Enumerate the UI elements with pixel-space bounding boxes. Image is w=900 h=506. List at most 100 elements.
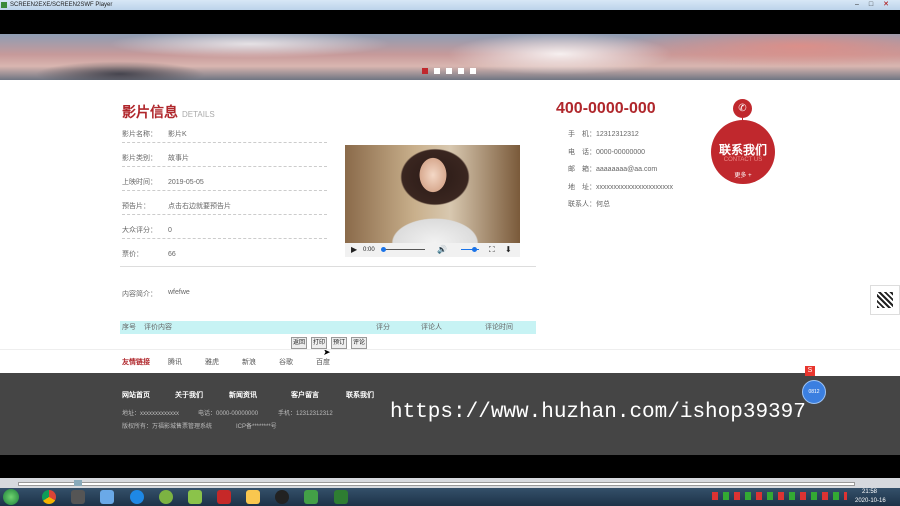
footer-nav-news[interactable]: 新闻资讯 [229, 390, 257, 400]
download-icon[interactable]: ⬇ [505, 243, 512, 257]
friend-link[interactable]: 雅虎 [205, 357, 219, 367]
status-circle-icon[interactable]: 0812 [802, 380, 826, 404]
volume-knob[interactable] [471, 247, 477, 252]
detail-row-name: 影片名称： 影片K [122, 128, 327, 143]
seekbar-thumb[interactable] [74, 480, 82, 486]
col-time: 评论时间 [485, 324, 513, 331]
minimize-icon[interactable]: – [852, 1, 862, 9]
app-icon-3[interactable] [100, 490, 114, 504]
friend-link[interactable]: 腾讯 [168, 357, 182, 367]
divider [120, 266, 536, 267]
contact-label: 邮 箱： [568, 166, 596, 173]
contact-row-phone: 电 话：0000-00000000 [568, 147, 645, 157]
banner-dot-4[interactable] [458, 68, 464, 74]
ime-toolbar[interactable] [805, 366, 900, 376]
footer-nav-home[interactable]: 网站首页 [122, 390, 150, 400]
contact-row-mobile: 手 机：12312312312 [568, 129, 639, 139]
app-icon [1, 2, 7, 8]
start-button[interactable] [3, 489, 19, 505]
detail-value: 2019-05-05 [168, 179, 204, 186]
contact-label: 地 址： [568, 184, 596, 191]
video-controls: ▶ 0:00 🔊 ⛶ ⬇ [345, 243, 520, 257]
badge-subtitle: CONTACT US [723, 157, 763, 163]
fullscreen-icon[interactable]: ⛶ [489, 243, 495, 257]
banner-dot-2[interactable] [434, 68, 440, 74]
time-display: 0:00 [363, 247, 375, 253]
contact-row-address: 地 址：xxxxxxxxxxxxxxxxxxxxxx [568, 182, 673, 192]
intro-label: 内容简介： [122, 291, 157, 298]
clock-date: 2020-10-16 [855, 498, 886, 504]
detail-label: 票价： [122, 251, 143, 258]
footer-nav-about[interactable]: 关于我们 [175, 390, 203, 400]
app-icon-4[interactable] [130, 490, 144, 504]
app-icon-6[interactable] [188, 490, 202, 504]
intro-row: 内容简介： wfefwe [122, 289, 190, 299]
footer-address: 地址：xxxxxxxxxxxxx [122, 411, 180, 417]
seek-knob[interactable] [381, 247, 386, 252]
friend-link[interactable]: 谷歌 [279, 357, 293, 367]
close-icon[interactable]: ✕ [881, 1, 891, 9]
detail-value: 0 [168, 227, 172, 234]
footer-copyright: 版权所有：万福影城售票管理系统 [122, 424, 213, 430]
film-info-title: 影片信息 [122, 104, 178, 120]
footer-icp: ICP备********号 [236, 424, 277, 430]
app-icon-2[interactable] [71, 490, 85, 504]
footer-nav-contact[interactable]: 联系我们 [346, 390, 374, 400]
maximize-icon[interactable]: □ [866, 1, 876, 9]
seek-bar[interactable] [383, 249, 425, 250]
qq-icon[interactable] [275, 490, 289, 504]
chrome-icon[interactable] [42, 490, 56, 504]
volume-icon[interactable]: 🔊 [437, 243, 447, 257]
black-band-top [0, 10, 900, 34]
detail-label: 影片名称： [122, 131, 157, 138]
contact-value: aaaaaaaa@aa.com [596, 166, 658, 173]
detail-row-trailer: 预告片： 点击右边就要预告片 [122, 200, 327, 215]
banner-dot-5[interactable] [470, 68, 476, 74]
detail-label: 上映时间： [122, 179, 157, 186]
comment-button[interactable]: 评论 [351, 337, 368, 349]
qr-code-icon[interactable] [870, 285, 900, 315]
flash-icon[interactable] [217, 490, 231, 504]
film-info-heading: 影片信息 DETAILS [122, 102, 215, 122]
contact-row-email: 邮 箱：aaaaaaaa@aa.com [568, 164, 657, 174]
watermark-url: https://www.huzhan.com/ishop39397 [390, 401, 806, 424]
footer-mobile: 手机：12312312312 [278, 411, 333, 417]
contact-us-badge[interactable]: 联系我们 CONTACT US 更多 + [711, 120, 775, 184]
badge-title: 联系我们 [718, 143, 767, 157]
app-icon-5[interactable] [159, 490, 173, 504]
trailer-link[interactable]: 点击右边就要预告片 [168, 200, 231, 214]
back-button[interactable]: 返回 [291, 337, 308, 349]
friend-link[interactable]: 新浪 [242, 357, 256, 367]
ime-logo-icon: S [805, 366, 815, 376]
banner-dot-3[interactable] [446, 68, 452, 74]
detail-label: 大众评分： [122, 227, 157, 234]
detail-row-rating: 大众评分： 0 [122, 224, 327, 239]
play-icon[interactable]: ▶ [351, 243, 357, 257]
film-info-title-en: DETAILS [182, 110, 215, 119]
player-seekbar[interactable] [0, 478, 900, 488]
tray-icons[interactable] [712, 492, 847, 500]
badge-more[interactable]: 更多 + [711, 170, 775, 179]
detail-label: 预告片： [122, 203, 150, 210]
contact-value: 0000-00000000 [596, 149, 646, 156]
book-button[interactable]: 预订 [331, 337, 348, 349]
seekbar-track[interactable] [18, 482, 855, 486]
folder-icon[interactable] [246, 490, 260, 504]
friend-link[interactable]: 百度 [316, 357, 330, 367]
friend-links-label: 友情链接 [122, 359, 150, 366]
detail-label: 影片类别： [122, 155, 157, 162]
wechat-icon[interactable] [304, 490, 318, 504]
black-band-bottom [0, 455, 900, 478]
trailer-video[interactable] [345, 145, 520, 243]
contact-label: 电 话： [568, 149, 596, 156]
footer-nav-message[interactable]: 客户留言 [291, 390, 319, 400]
player-icon[interactable] [334, 490, 348, 504]
contact-value: 12312312312 [596, 131, 639, 138]
banner-dot-1[interactable] [422, 68, 428, 74]
footer-phone: 电话：0000-00000000 [198, 411, 259, 417]
detail-row-release: 上映时间： 2019-05-05 [122, 176, 327, 191]
col-score: 评分 [376, 324, 390, 331]
contact-value: 何总 [596, 201, 610, 208]
window-title: SCREEN2EXE/SCREEN2SWF Player [10, 2, 113, 8]
banner-image [0, 34, 900, 80]
